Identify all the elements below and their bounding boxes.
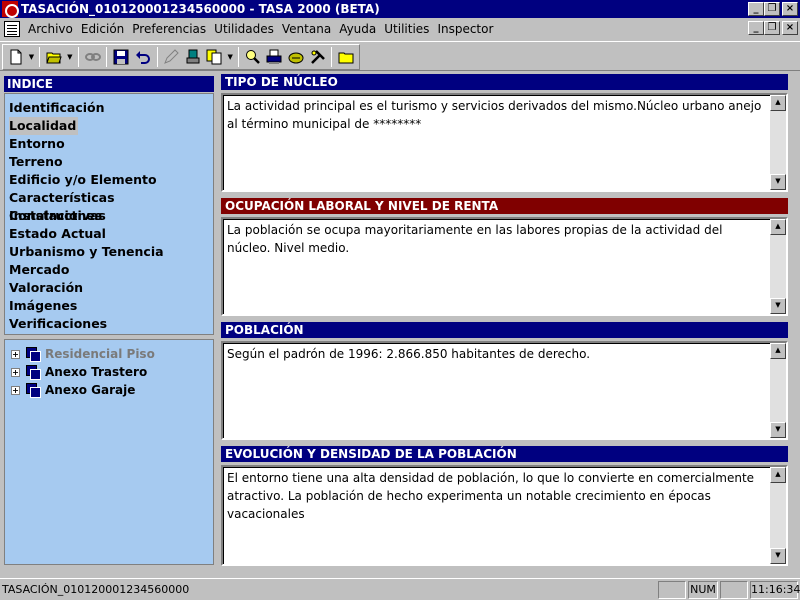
new-dropdown-arrow-icon[interactable]: ▼ — [27, 47, 37, 67]
node-icon — [26, 365, 41, 380]
section-text: La población se ocupa mayoritariamente e… — [227, 223, 723, 255]
open-folder-icon[interactable] — [43, 47, 65, 67]
section-text: El entorno tiene una alta densidad de po… — [227, 471, 755, 521]
vertical-scrollbar[interactable]: ▲ ▼ — [770, 467, 786, 564]
tree-node-label: Anexo Trastero — [45, 365, 148, 379]
index-header: INDICE — [4, 76, 214, 92]
tree-node-anexo-trastero[interactable]: + Anexo Trastero — [11, 363, 213, 381]
menu-bar: Archivo Edición Preferencias Utilidades … — [0, 18, 800, 39]
edit-icon[interactable] — [161, 47, 183, 67]
section-header-ocupacion: OCUPACIÓN LABORAL Y NIVEL DE RENTA — [221, 198, 788, 214]
textarea-evolucion[interactable]: El entorno tiene una alta densidad de po… — [221, 465, 788, 566]
tree-node-anexo-garaje[interactable]: + Anexo Garaje — [11, 381, 213, 399]
link-icon[interactable] — [82, 47, 104, 67]
index-item-localidad[interactable]: Localidad — [9, 117, 79, 135]
section-header-tipo-nucleo: TIPO DE NÚCLEO — [221, 74, 788, 90]
copy-dropdown-arrow-icon[interactable]: ▼ — [225, 47, 235, 67]
textarea-poblacion[interactable]: Según el padrón de 1996: 2.866.850 habit… — [221, 341, 788, 440]
menu-inspector[interactable]: Inspector — [433, 22, 497, 36]
index-item-urbanismo[interactable]: Urbanismo y Tenencia — [9, 243, 213, 261]
index-item-mercado[interactable]: Mercado — [9, 261, 213, 279]
status-num-indicator: NUM — [688, 581, 718, 599]
scroll-up-icon[interactable]: ▲ — [770, 95, 786, 111]
close-button[interactable]: × — [782, 2, 798, 16]
index-item-terreno[interactable]: Terreno — [9, 153, 213, 171]
expand-icon[interactable]: + — [11, 367, 20, 377]
status-pane-empty — [658, 581, 686, 599]
textarea-ocupacion[interactable]: La población se ocupa mayoritariamente e… — [221, 217, 788, 316]
menu-utilidades[interactable]: Utilidades — [210, 22, 278, 36]
section-header-evolucion: EVOLUCIÓN Y DENSIDAD DE LA POBLACIÓN — [221, 446, 788, 462]
scroll-down-icon[interactable]: ▼ — [770, 298, 786, 314]
mdi-restore-button[interactable]: ❐ — [764, 21, 780, 35]
stamp-icon[interactable] — [182, 47, 204, 67]
menu-archivo[interactable]: Archivo — [24, 22, 77, 36]
expand-icon[interactable]: + — [11, 385, 20, 395]
scroll-up-icon[interactable]: ▲ — [770, 219, 786, 235]
menu-ayuda[interactable]: Ayuda — [335, 22, 380, 36]
scroll-down-icon[interactable]: ▼ — [770, 422, 786, 438]
vertical-scrollbar[interactable]: ▲ ▼ — [770, 95, 786, 190]
section-text: Según el padrón de 1996: 2.866.850 habit… — [227, 347, 591, 361]
status-clock: 11:16:34 — [750, 581, 800, 599]
property-tree: + Residencial Piso + Anexo Trastero + An… — [4, 339, 214, 565]
scroll-down-icon[interactable]: ▼ — [770, 174, 786, 190]
index-item-imagenes[interactable]: Imágenes — [9, 297, 213, 315]
menu-preferencias[interactable]: Preferencias — [128, 22, 210, 36]
section-header-poblacion: POBLACIÓN — [221, 322, 788, 338]
node-icon — [26, 383, 41, 398]
vertical-scrollbar[interactable]: ▲ ▼ — [770, 343, 786, 438]
scroll-down-icon[interactable]: ▼ — [770, 548, 786, 564]
node-icon — [26, 347, 41, 362]
tree-node-residencial-piso[interactable]: + Residencial Piso — [11, 345, 213, 363]
tree-node-label: Residencial Piso — [45, 347, 155, 361]
save-icon[interactable] — [110, 47, 132, 67]
scroll-up-icon[interactable]: ▲ — [770, 467, 786, 483]
status-pane-empty — [720, 581, 748, 599]
new-document-icon[interactable] — [5, 47, 27, 67]
minimize-button[interactable]: _ — [748, 2, 764, 16]
application-window: TASACIÓN_010120001234560000 - TASA 2000 … — [0, 0, 800, 600]
copy-icon[interactable] — [204, 47, 226, 67]
index-item-entorno[interactable]: Entorno — [9, 135, 213, 153]
search-icon[interactable] — [242, 47, 264, 67]
index-item-valoracion[interactable]: Valoración — [9, 279, 213, 297]
expand-icon[interactable]: + — [11, 349, 20, 359]
undo-icon[interactable] — [132, 47, 154, 67]
window-title: TASACIÓN_010120001234560000 - TASA 2000 … — [21, 2, 380, 16]
restore-button[interactable]: ❐ — [764, 2, 780, 16]
document-menu-icon[interactable] — [4, 20, 20, 37]
print-icon[interactable] — [264, 47, 286, 67]
index-item-verificaciones[interactable]: Verificaciones — [9, 315, 213, 333]
scroll-up-icon[interactable]: ▲ — [770, 343, 786, 359]
menu-ventana[interactable]: Ventana — [278, 22, 335, 36]
toolbar-group: ▼ ▼ ▼ — [2, 44, 360, 70]
folder-icon[interactable] — [335, 47, 357, 67]
index-item-edificio[interactable]: Edificio y/o Elemento — [9, 171, 213, 189]
textarea-tipo-nucleo[interactable]: La actividad principal es el turismo y s… — [221, 93, 788, 192]
title-bar[interactable]: TASACIÓN_010120001234560000 - TASA 2000 … — [0, 0, 800, 18]
menu-utilities[interactable]: Utilities — [380, 22, 433, 36]
vertical-scrollbar[interactable]: ▲ ▼ — [770, 219, 786, 314]
tree-node-label: Anexo Garaje — [45, 383, 136, 397]
index-item-identificacion[interactable]: Identificación — [9, 99, 213, 117]
export-icon[interactable] — [285, 47, 307, 67]
index-item-estado-actual[interactable]: Estado Actual — [9, 225, 213, 243]
app-logo-icon — [2, 1, 19, 18]
menu-edicion[interactable]: Edición — [77, 22, 128, 36]
section-text: La actividad principal es el turismo y s… — [227, 99, 762, 131]
status-text: TASACIÓN_010120001234560000 — [2, 583, 190, 596]
index-item-localidad-row: Localidad — [9, 117, 213, 135]
status-bar: TASACIÓN_010120001234560000 NUM 11:16:34 — [0, 578, 800, 600]
toolbar: ▼ ▼ ▼ — [0, 41, 800, 71]
open-dropdown-arrow-icon[interactable]: ▼ — [65, 47, 75, 67]
mdi-minimize-button[interactable]: _ — [748, 21, 764, 35]
index-item-instalaciones[interactable]: Instalaciones — [9, 207, 213, 225]
index-list: Identificación Localidad Entorno Terreno… — [4, 93, 214, 335]
mdi-close-button[interactable]: × — [782, 21, 798, 35]
index-item-caracteristicas[interactable]: Características Constructivas — [9, 189, 213, 223]
tools-icon[interactable] — [307, 47, 329, 67]
